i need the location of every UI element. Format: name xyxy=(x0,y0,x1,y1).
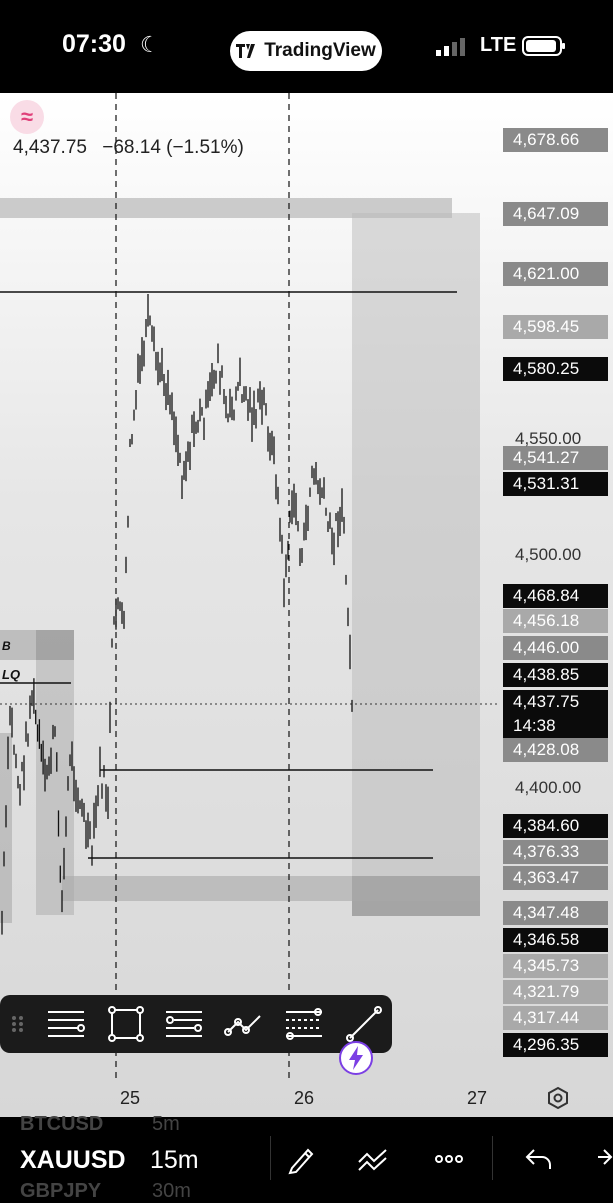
symbol-prev[interactable]: BTCUSD xyxy=(20,1113,103,1136)
quote-header: 4,437.75 −68.14 (−1.51%) xyxy=(13,137,244,159)
bar-countdown: 14:38 xyxy=(503,714,608,738)
lq-label: LQ xyxy=(2,667,20,682)
symbol-selector[interactable]: XAUUSD xyxy=(20,1146,126,1175)
date-label-25: 25 xyxy=(120,1088,141,1108)
parallel-channel-icon[interactable] xyxy=(164,1004,204,1044)
rectangle-icon[interactable] xyxy=(106,1004,146,1044)
price-tag[interactable]: 4,384.60 xyxy=(503,814,608,838)
timeframe-prev[interactable]: 5m xyxy=(152,1113,180,1136)
date-label-26: 26 xyxy=(294,1088,315,1108)
tradingview-label: TradingView xyxy=(264,40,376,61)
price-tag[interactable]: 4,456.18 xyxy=(503,609,608,633)
price-tag[interactable]: 4,363.47 xyxy=(503,866,608,890)
battery-icon xyxy=(522,36,565,56)
price-tag[interactable]: 4,531.31 xyxy=(503,472,608,496)
trendline-icon[interactable] xyxy=(344,1004,384,1044)
price-tag[interactable]: 4,428.08 xyxy=(503,738,608,762)
range-zone xyxy=(352,213,480,916)
bottom-divider xyxy=(270,1136,271,1180)
price-tag[interactable]: 4,541.27 xyxy=(503,446,608,470)
price-tag[interactable]: 4,317.44 xyxy=(503,1006,608,1030)
b-label: B xyxy=(2,639,11,653)
demand-zone-wide xyxy=(62,876,480,901)
price-axis-label: 4,550.00 xyxy=(515,429,582,448)
price-tag[interactable]: 4,580.25 xyxy=(503,357,608,381)
flash-icon[interactable] xyxy=(338,1040,374,1076)
pen-icon[interactable] xyxy=(284,1142,318,1176)
undo-icon[interactable] xyxy=(522,1142,556,1176)
symbol-logo-icon[interactable]: ≈ xyxy=(10,100,44,134)
redo-icon[interactable] xyxy=(592,1142,613,1176)
tradingview-pill[interactable]: TradingView xyxy=(230,31,382,71)
network-label: LTE xyxy=(480,34,517,56)
price-tag[interactable]: 4,346.58 xyxy=(503,928,608,952)
price-tag[interactable]: 4,647.09 xyxy=(503,202,608,226)
more-icon[interactable] xyxy=(432,1142,466,1176)
status-time: 07:30 xyxy=(62,30,126,58)
indicators-icon[interactable] xyxy=(356,1142,390,1176)
price-tag[interactable]: 4,678.66 xyxy=(503,128,608,152)
left-zone xyxy=(0,733,12,923)
tradingview-logo-icon xyxy=(236,44,256,58)
horizontal-lines-icon[interactable] xyxy=(46,1004,86,1044)
signal-icon xyxy=(436,38,465,56)
b-zone xyxy=(36,630,74,660)
price-tag[interactable]: 4,345.73 xyxy=(503,954,608,978)
price-axis-label: 4,500.00 xyxy=(515,545,582,564)
price-tag[interactable]: 4,598.45 xyxy=(503,315,608,339)
price-change: −68.14 (−1.51%) xyxy=(102,137,244,158)
price-tag[interactable]: 4,321.79 xyxy=(503,980,608,1004)
timeframe-selector[interactable]: 15m xyxy=(150,1146,199,1175)
gear-icon[interactable] xyxy=(546,1086,570,1110)
price-tag[interactable]: 4,468.84 xyxy=(503,584,608,608)
drag-handle-icon[interactable] xyxy=(8,1004,28,1044)
drawing-toolbar[interactable] xyxy=(0,995,392,1053)
price-tag[interactable]: 4,446.00 xyxy=(503,636,608,660)
date-label-27: 27 xyxy=(467,1088,488,1108)
path-icon[interactable] xyxy=(224,1004,264,1044)
price-tag[interactable]: 4,347.48 xyxy=(503,901,608,925)
price-tag[interactable]: 4,621.00 xyxy=(503,262,608,286)
price-tag[interactable]: 4,438.85 xyxy=(503,663,608,687)
moon-icon: ☾ xyxy=(140,32,160,57)
fib-icon[interactable] xyxy=(284,1004,324,1044)
bottom-divider-2 xyxy=(492,1136,493,1180)
price-chart[interactable]: B LQ 4,678.66 4,647.09 4,621.00 4,598.45 4,5… xyxy=(0,93,613,1117)
price-axis-label: 4,400.00 xyxy=(515,778,582,797)
price-tag[interactable]: 4,296.35 xyxy=(503,1033,608,1057)
last-price: 4,437.75 xyxy=(13,137,87,158)
price-tag[interactable]: 4,437.75 xyxy=(503,690,608,714)
price-tag[interactable]: 4,376.33 xyxy=(503,840,608,864)
